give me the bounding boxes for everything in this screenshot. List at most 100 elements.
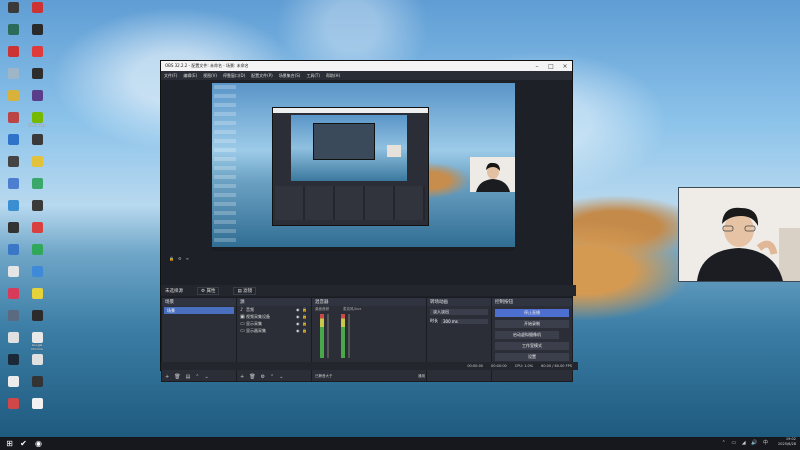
app-icon[interactable] <box>2 288 24 300</box>
menu-edit[interactable]: 编辑(E) <box>183 73 197 79</box>
app-icon[interactable] <box>2 398 24 410</box>
app-icon[interactable] <box>2 112 24 124</box>
steam-icon[interactable] <box>2 354 24 366</box>
trash-icon[interactable]: 🗑 <box>174 374 180 380</box>
gear-icon[interactable]: ⚙ <box>261 374 265 380</box>
source-item[interactable]: ▣ 视频采集设备 ◉ 🔒 <box>237 313 311 320</box>
lock-icon[interactable]: 🔒 <box>302 321 308 326</box>
lock-icon[interactable]: 🔒 <box>302 314 308 319</box>
app-icon[interactable] <box>2 156 24 168</box>
app-icon[interactable] <box>2 134 24 146</box>
app-icon[interactable] <box>26 266 48 278</box>
mic-audio-fader[interactable] <box>348 314 350 358</box>
app-icon[interactable] <box>26 222 48 234</box>
file-icon[interactable] <box>26 398 48 410</box>
sources-footer: + 🗑 ⚙ ⌃ ⌄ <box>237 372 314 381</box>
recycle-bin-icon[interactable] <box>2 68 24 80</box>
start-recording-button[interactable]: 开始录制 <box>495 320 569 328</box>
mixer-title: 混音器 <box>312 298 426 306</box>
app-icon[interactable] <box>2 46 24 58</box>
filters-button[interactable]: ▤ 滤镜 <box>233 286 257 295</box>
transition-select[interactable]: 淡入淡出 <box>430 309 488 315</box>
app-icon[interactable] <box>2 266 24 278</box>
scenes-title: 场景 <box>162 298 236 306</box>
up-icon[interactable]: ⌃ <box>270 374 274 380</box>
taskbar-app-icon[interactable]: ✔ <box>18 438 29 449</box>
app-icon[interactable] <box>26 46 48 58</box>
controls-title: 控制按钮 <box>492 298 572 306</box>
menu-docks[interactable]: 停靠窗口(D) <box>223 73 245 79</box>
lock-icon[interactable]: 🔒 <box>169 256 174 261</box>
app-icon[interactable] <box>2 178 24 190</box>
add-icon[interactable]: + <box>240 374 244 380</box>
app-icon[interactable] <box>2 222 24 234</box>
app-icon[interactable] <box>2 24 24 36</box>
desktop-audio-fader[interactable] <box>327 314 329 358</box>
obs-titlebar[interactable]: OBS 32.2.2 - 配置文件: 未命名 - 场景: 未命名 – □ × <box>161 61 572 71</box>
app-icon[interactable] <box>26 134 48 146</box>
rec-time: 00:00:00 <box>491 364 507 368</box>
menu-help[interactable]: 帮助(H) <box>326 73 340 79</box>
app-icon[interactable] <box>26 178 48 190</box>
app-icon[interactable] <box>2 310 24 322</box>
lock-icon[interactable]: 🔒 <box>302 328 308 333</box>
studio-mode-button[interactable]: 工作室模式 <box>495 342 569 350</box>
app-icon[interactable] <box>26 244 48 256</box>
menu-file[interactable]: 文件(F) <box>164 73 177 79</box>
menu-icon[interactable]: ≡ <box>186 256 189 261</box>
trash-icon[interactable]: 🗑 <box>249 374 255 380</box>
down-icon[interactable]: ⌄ <box>279 374 283 380</box>
windows-start-icon[interactable]: ⊞ <box>4 438 15 449</box>
mixer-footer: 已静音大于 通用 <box>312 372 429 381</box>
menu-tools[interactable]: 工具(T) <box>306 73 320 79</box>
app-icon[interactable] <box>2 200 24 212</box>
minimize-button[interactable]: – <box>530 63 544 70</box>
app-icon[interactable] <box>2 2 24 14</box>
app-icon[interactable] <box>2 376 24 388</box>
source-name: 显示器采集 <box>246 327 266 333</box>
app-icon[interactable] <box>26 156 48 168</box>
app-icon[interactable] <box>2 332 24 344</box>
down-icon[interactable]: ⌄ <box>205 374 209 380</box>
mixer-channel-mic: 麦克风/Aux <box>343 307 362 311</box>
maximize-button[interactable]: □ <box>544 63 558 70</box>
app-icon[interactable] <box>26 354 48 366</box>
scene-item[interactable]: 场景 <box>164 307 234 314</box>
config-icon[interactable]: ▤ <box>186 374 191 380</box>
app-icon[interactable] <box>26 310 48 322</box>
nvidia-icon[interactable]: NVIDIA App <box>26 112 48 128</box>
source-item[interactable]: ▭ 显示器采集 ◉ 🔒 <box>237 327 311 334</box>
menu-scene-collection[interactable]: 场景集合(S) <box>279 73 301 79</box>
app-icon[interactable] <box>2 90 24 102</box>
menu-profile[interactable]: 配置文件(P) <box>251 73 273 79</box>
gear-icon[interactable]: ⚙ <box>178 256 182 261</box>
properties-button[interactable]: ⚙ 属性 <box>197 286 220 295</box>
lock-icon[interactable]: 🔒 <box>302 307 308 312</box>
chrome-icon[interactable]: Google Chrome <box>26 332 48 351</box>
source-item[interactable]: ♪ 音频 ◉ 🔒 <box>237 306 311 313</box>
add-icon[interactable]: + <box>165 374 169 380</box>
system-tray[interactable]: ⌃ ▭ ◢ 🔊 中 <box>722 439 770 446</box>
stop-stream-button[interactable]: 停止直播 <box>495 309 569 317</box>
app-icon[interactable] <box>2 244 24 256</box>
app-icon[interactable] <box>26 200 48 212</box>
app-icon[interactable] <box>26 90 48 102</box>
close-button[interactable]: × <box>558 63 572 70</box>
duration-input[interactable]: 300 ms <box>441 318 488 324</box>
program-preview[interactable] <box>212 83 515 251</box>
app-icon[interactable] <box>26 376 48 388</box>
app-icon[interactable] <box>26 24 48 36</box>
clock[interactable]: 19:02 2025/6/28 <box>778 437 796 447</box>
obs-taskbar-icon[interactable]: ◉ <box>33 438 44 449</box>
menu-view[interactable]: 视图(V) <box>203 73 217 79</box>
virtual-camera-button[interactable]: 启动虚拟摄像机 <box>495 331 559 339</box>
live-time: 00:00:00 <box>467 364 484 368</box>
status-bar: 00:00:00 00:00:00 CPU: 1.0% 60.00 / 60.0… <box>161 362 578 370</box>
app-icon[interactable] <box>26 288 48 300</box>
obs-window[interactable]: OBS 32.2.2 - 配置文件: 未命名 - 场景: 未命名 – □ × 文… <box>160 60 578 382</box>
app-icon[interactable] <box>26 2 48 14</box>
up-icon[interactable]: ⌃ <box>195 374 199 380</box>
app-icon[interactable] <box>26 68 48 80</box>
source-item[interactable]: ▭ 显示采集 ◉ 🔒 <box>237 320 311 327</box>
settings-button[interactable]: 设置 <box>495 353 569 361</box>
